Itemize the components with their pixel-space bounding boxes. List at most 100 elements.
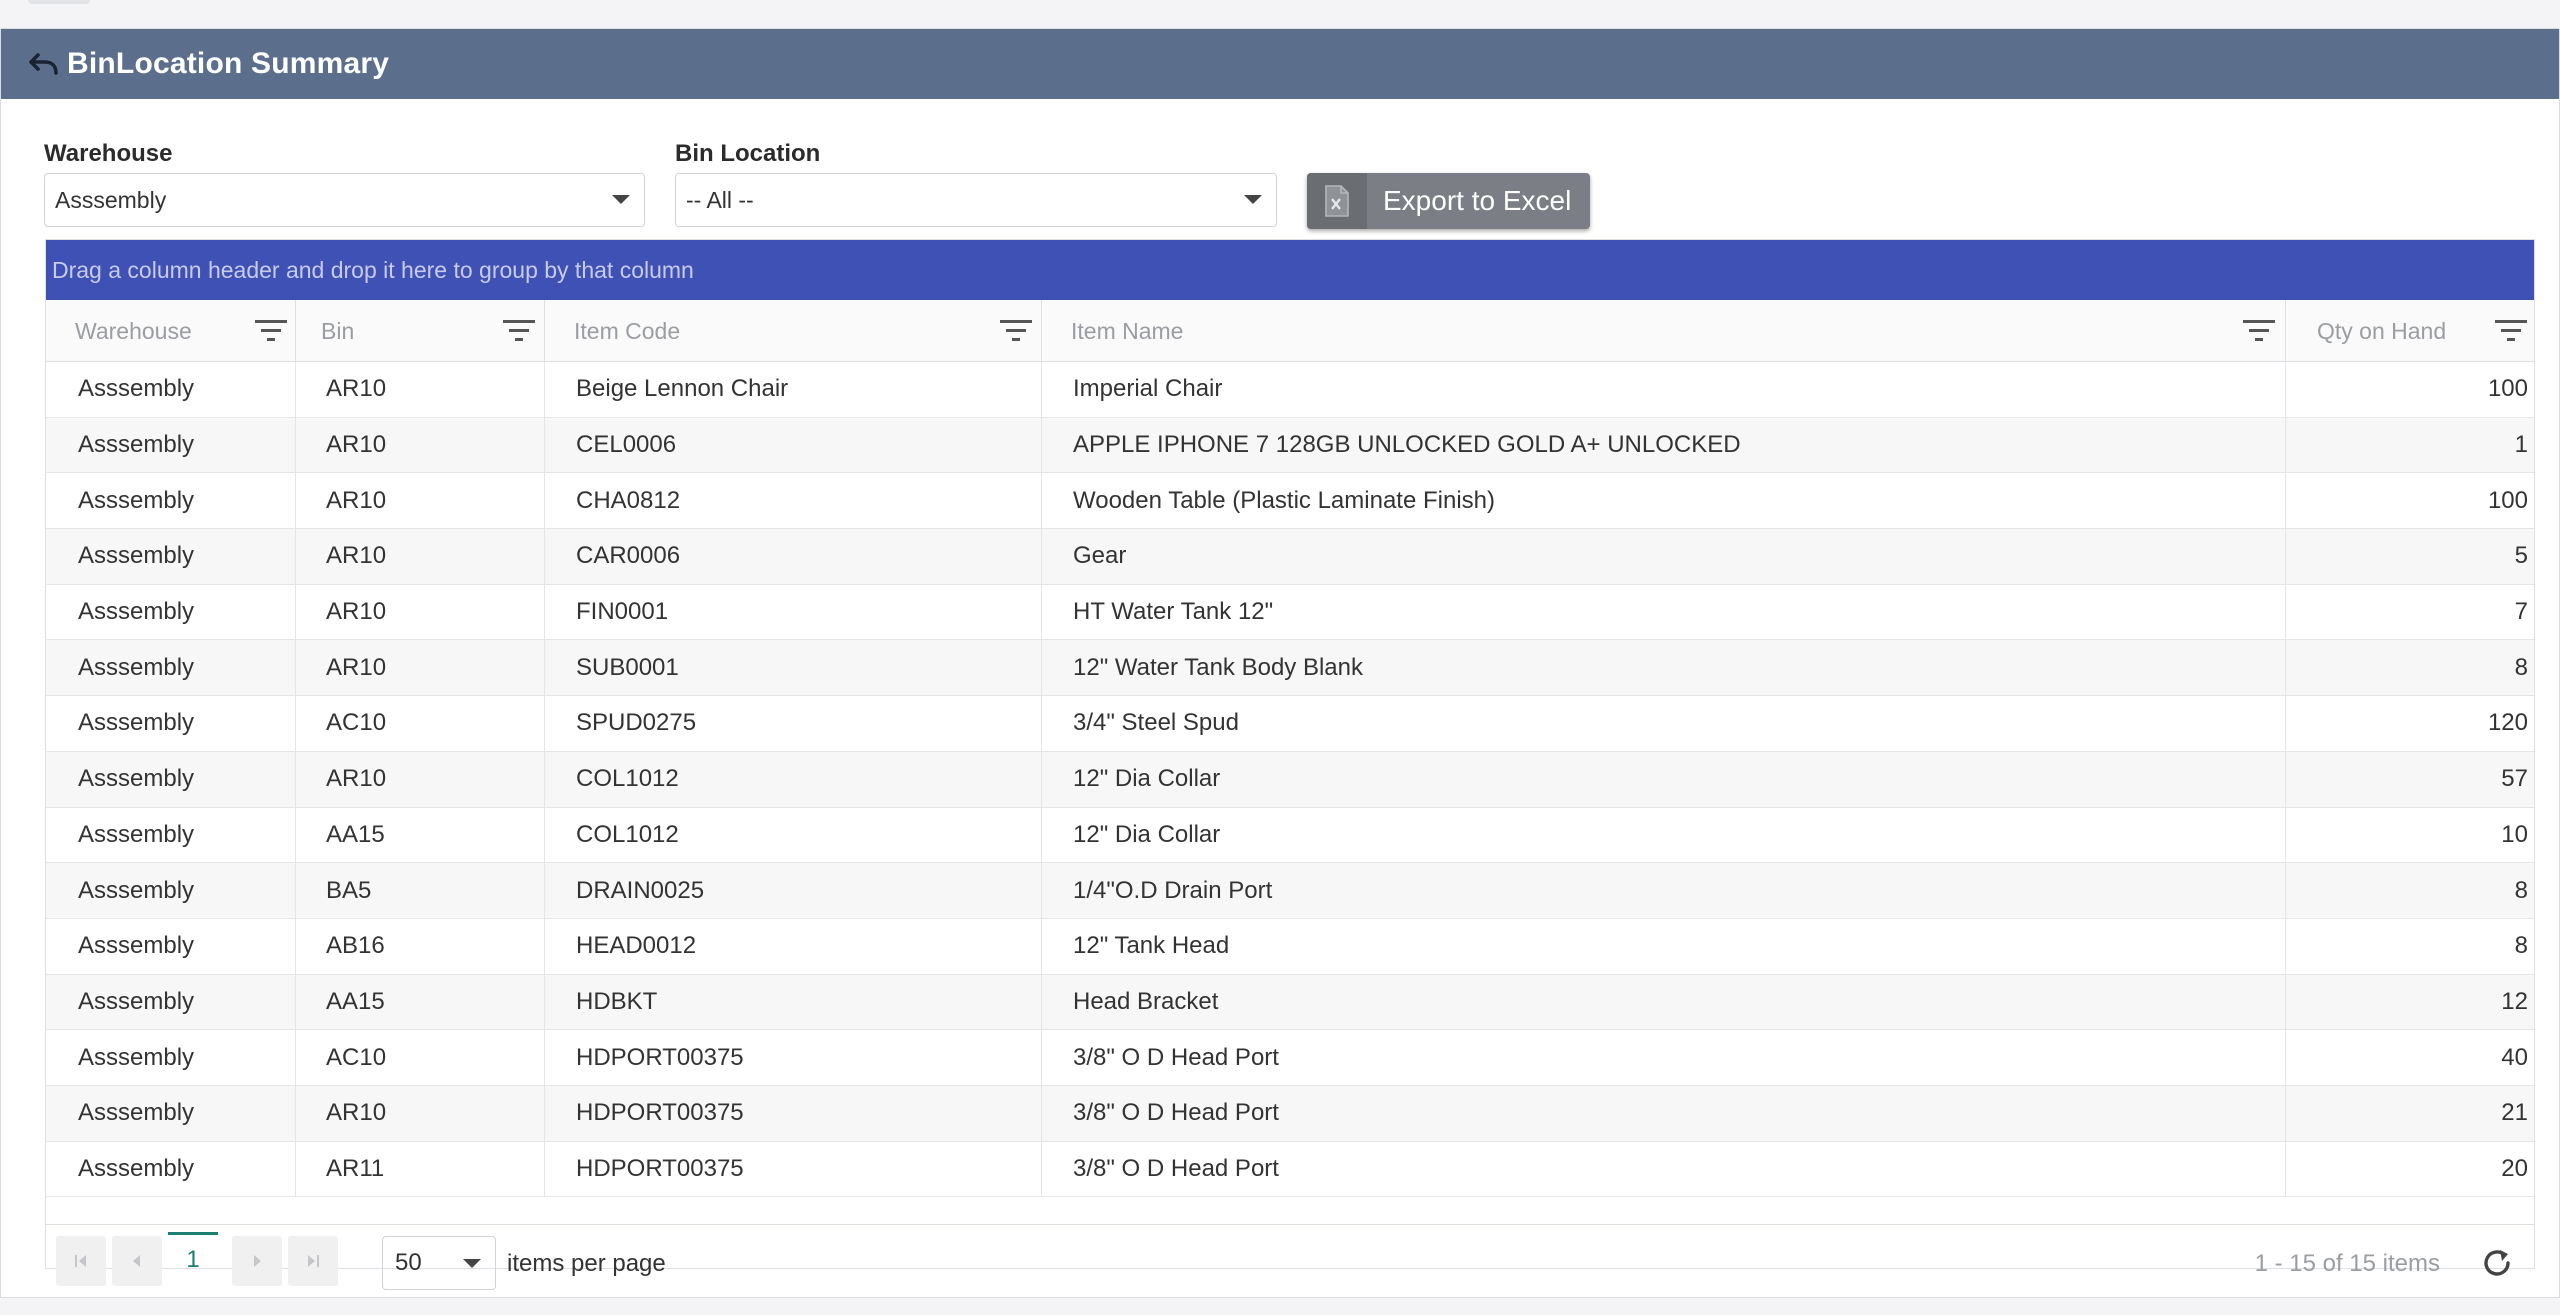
page-title: BinLocation Summary xyxy=(67,47,390,80)
export-to-excel-button[interactable]: Export to Excel xyxy=(1307,173,1590,229)
cell-item-name: 3/4" Steel Spud xyxy=(1042,696,2286,751)
column-header-label: Warehouse xyxy=(75,317,192,344)
cell-qty-on-hand: 8 xyxy=(2514,932,2528,960)
warehouse-dropdown[interactable]: Asssembly xyxy=(44,173,645,227)
cell-bin: BA5 xyxy=(296,863,545,918)
cell-qty-on-hand: 21 xyxy=(2501,1099,2528,1127)
table-row[interactable]: Asssembly AR10 CAR0006 Gear 5 xyxy=(46,529,2534,585)
cell-item-name: 12" Tank Head xyxy=(1042,918,2286,974)
cell-bin: AR10 xyxy=(296,1085,545,1141)
cell-item-code: COL1012 xyxy=(545,751,1042,807)
cell-bin: AC10 xyxy=(296,1030,545,1085)
cell-item-code: HDBKT xyxy=(545,974,1042,1030)
cell-warehouse: Asssembly xyxy=(46,807,296,863)
cell-warehouse: Asssembly xyxy=(46,417,296,473)
bin-location-dropdown-value: -- All -- xyxy=(686,186,754,213)
chevron-down-icon xyxy=(1244,195,1262,204)
cell-item-name: HT Water Tank 12" xyxy=(1042,584,2286,640)
table-row[interactable]: Asssembly AB16 HEAD0012 12" Tank Head 8 xyxy=(46,918,2534,975)
cell-item-code: CHA0812 xyxy=(545,473,1042,529)
column-header-warehouse[interactable]: Warehouse xyxy=(46,300,296,362)
table-row[interactable]: Asssembly AC10 HDPORT00375 3/8" O D Head Po… xyxy=(46,1030,2534,1086)
cell-qty-on-hand: 1 xyxy=(2514,431,2528,459)
table-row[interactable]: Asssembly AR10 FIN0001 HT Water Tank 12" 7 xyxy=(46,584,2534,641)
table-row[interactable]: Asssembly AR10 Beige Lennon Chair Imperial … xyxy=(46,362,2534,418)
cell-warehouse: Asssembly xyxy=(46,696,296,751)
table-row[interactable]: Asssembly AR10 CHA0812 Wooden Table (Plasti… xyxy=(46,473,2534,530)
chevron-down-icon xyxy=(463,1259,481,1268)
bin-location-label: Bin Location xyxy=(675,140,821,167)
last-page-icon xyxy=(308,1255,319,1267)
tab-stub xyxy=(28,0,90,4)
warehouse-dropdown-value: Asssembly xyxy=(55,186,167,213)
cell-item-code: HDPORT00375 xyxy=(545,1085,1042,1141)
cell-item-code: COL1012 xyxy=(545,807,1042,863)
cell-qty-on-hand: 5 xyxy=(2514,542,2528,570)
pager: 1 50 items per page 1 - 15 of 15 items xyxy=(46,1224,2534,1290)
cell-item-code: DRAIN0025 xyxy=(545,863,1042,918)
cell-item-name: 12" Water Tank Body Blank xyxy=(1042,640,2286,696)
cell-bin: AC10 xyxy=(296,696,545,751)
first-page-button[interactable] xyxy=(56,1236,106,1286)
table-row[interactable]: Asssembly AR10 CEL0006 APPLE IPHONE 7 128GB… xyxy=(46,417,2534,474)
page-size-dropdown[interactable]: 50 xyxy=(382,1236,496,1290)
table-row[interactable]: Asssembly AR10 COL1012 12" Dia Collar 57 xyxy=(46,751,2534,808)
column-header-item-code[interactable]: Item Code xyxy=(545,300,1042,362)
page-size-value: 50 xyxy=(395,1249,422,1276)
next-page-button[interactable] xyxy=(232,1236,282,1286)
cell-item-name: 1/4"O.D Drain Port xyxy=(1042,863,2286,918)
group-drop-area[interactable]: Drag a column header and drop it here to… xyxy=(46,240,2534,300)
cell-qty-on-hand: 20 xyxy=(2501,1154,2528,1182)
column-filter-icon[interactable] xyxy=(2494,318,2528,344)
column-header-item-name[interactable]: Item Name xyxy=(1042,300,2286,362)
refresh-icon[interactable] xyxy=(2478,1244,2516,1282)
cell-qty-on-hand: 57 xyxy=(2501,765,2528,793)
table-row[interactable]: Asssembly AC10 SPUD0275 3/4" Steel Spud 120 xyxy=(46,696,2534,752)
column-header-qty-on-hand[interactable]: Qty on Hand xyxy=(2286,300,2534,362)
item-count: 1 - 15 of 15 items xyxy=(2254,1250,2440,1277)
cell-warehouse: Asssembly xyxy=(46,974,296,1030)
cell-warehouse: Asssembly xyxy=(46,1030,296,1085)
cell-warehouse: Asssembly xyxy=(46,362,296,417)
cell-item-code: FIN0001 xyxy=(545,584,1042,640)
cell-qty-on-hand: 7 xyxy=(2514,598,2528,626)
column-filter-icon[interactable] xyxy=(2242,318,2276,344)
column-filter-icon[interactable] xyxy=(254,318,288,344)
table-row[interactable]: Asssembly AR10 HDPORT00375 3/8" O D Head Po… xyxy=(46,1085,2534,1142)
cell-bin: AR10 xyxy=(296,473,545,529)
cell-qty-on-hand: 120 xyxy=(2487,709,2528,737)
table-row[interactable]: Asssembly BA5 DRAIN0025 1/4"O.D Drain Port 8 xyxy=(46,863,2534,919)
cell-warehouse: Asssembly xyxy=(46,863,296,918)
table-row[interactable]: Asssembly AR10 SUB0001 12" Water Tank Body … xyxy=(46,640,2534,697)
back-arrow-icon[interactable] xyxy=(27,47,61,81)
cell-item-code: HDPORT00375 xyxy=(545,1141,1042,1197)
cell-qty-on-hand: 100 xyxy=(2487,486,2528,514)
grid-body: Asssembly AR10 Beige Lennon Chair Imperial … xyxy=(46,362,2534,1198)
bin-location-dropdown[interactable]: -- All -- xyxy=(675,173,1277,227)
cell-qty-on-hand: 40 xyxy=(2501,1043,2528,1071)
previous-page-icon xyxy=(133,1255,140,1267)
cell-warehouse: Asssembly xyxy=(46,1085,296,1141)
column-header-bin[interactable]: Bin xyxy=(296,300,545,362)
column-filter-icon[interactable] xyxy=(999,318,1033,344)
pager-divider xyxy=(46,1224,2534,1225)
table-row[interactable]: Asssembly AA15 COL1012 12" Dia Collar 10 xyxy=(46,807,2534,864)
cell-bin: AR10 xyxy=(296,584,545,640)
cell-item-code: HDPORT00375 xyxy=(545,1030,1042,1085)
cell-warehouse: Asssembly xyxy=(46,473,296,529)
column-filter-icon[interactable] xyxy=(502,318,536,344)
cell-bin: AR10 xyxy=(296,751,545,807)
table-row[interactable]: Asssembly AR11 HDPORT00375 3/8" O D Head Po… xyxy=(46,1141,2534,1198)
cell-warehouse: Asssembly xyxy=(46,584,296,640)
cell-qty-on-hand: 8 xyxy=(2514,653,2528,681)
current-page[interactable]: 1 xyxy=(168,1232,218,1284)
cell-item-code: Beige Lennon Chair xyxy=(545,362,1042,417)
last-page-button[interactable] xyxy=(288,1236,338,1286)
table-row[interactable]: Asssembly AA15 HDBKT Head Bracket 12 xyxy=(46,974,2534,1031)
cell-item-code: SUB0001 xyxy=(545,640,1042,696)
excel-icon xyxy=(1307,173,1367,229)
grid-header-row: Warehouse Bin Item Code Item Name Qty on… xyxy=(46,300,2534,362)
warehouse-label: Warehouse xyxy=(44,140,173,167)
previous-page-button[interactable] xyxy=(112,1236,162,1286)
cell-warehouse: Asssembly xyxy=(46,918,296,974)
